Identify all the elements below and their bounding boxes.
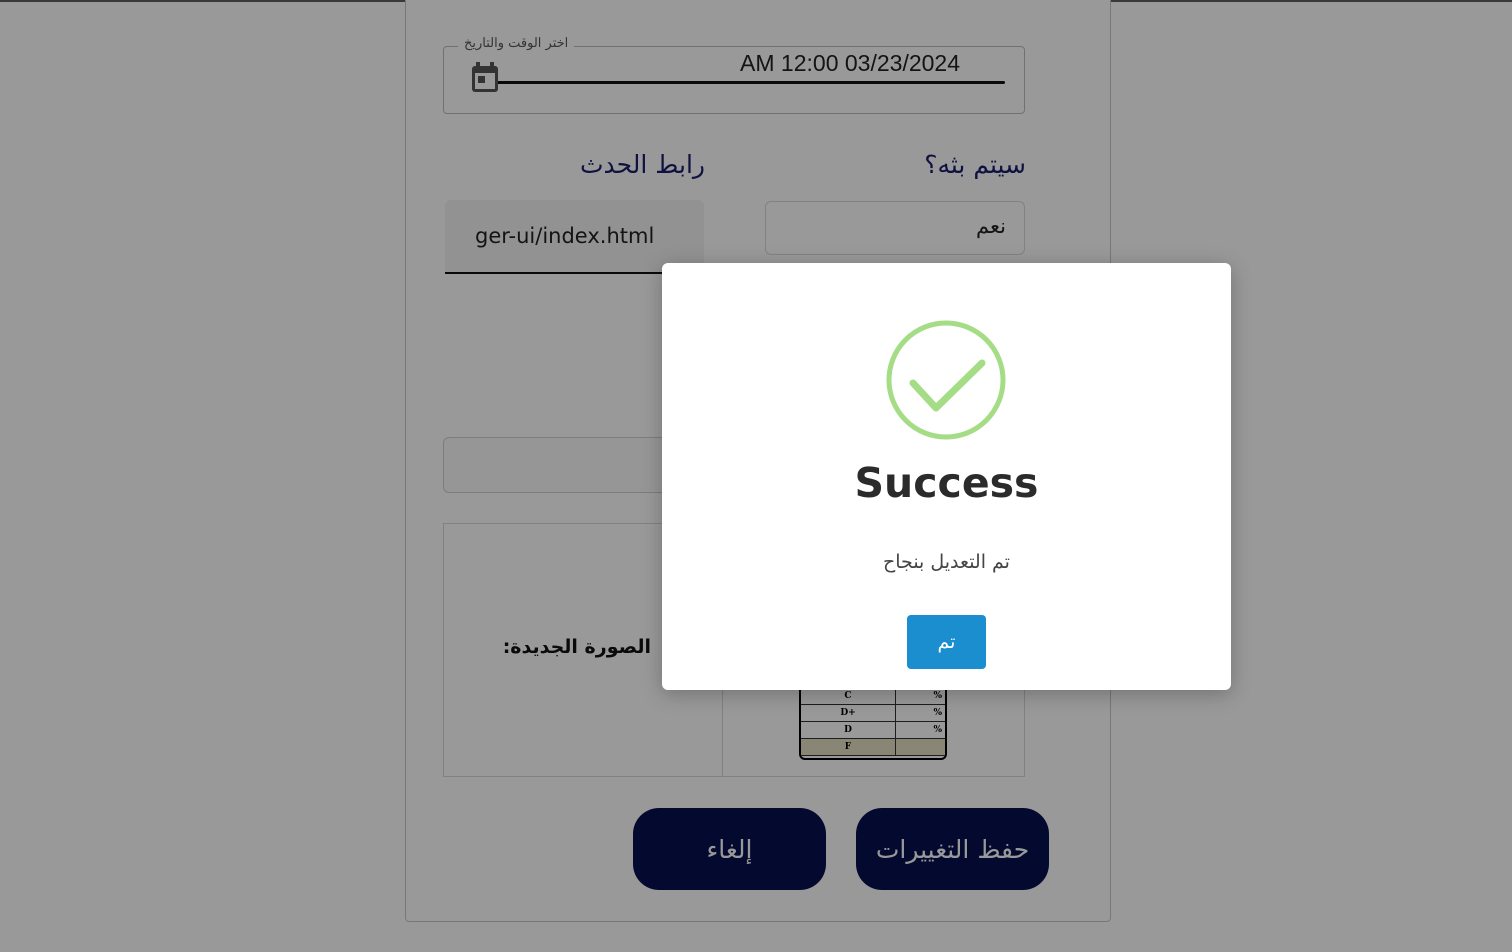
dialog-confirm-button[interactable]: تم [907, 615, 986, 669]
success-dialog: Success تم التعديل بنجاح تم [662, 263, 1231, 690]
check-circle-icon [886, 320, 1006, 440]
dialog-title: Success [854, 459, 1039, 507]
dialog-message: تم التعديل بنجاح [883, 551, 1010, 573]
